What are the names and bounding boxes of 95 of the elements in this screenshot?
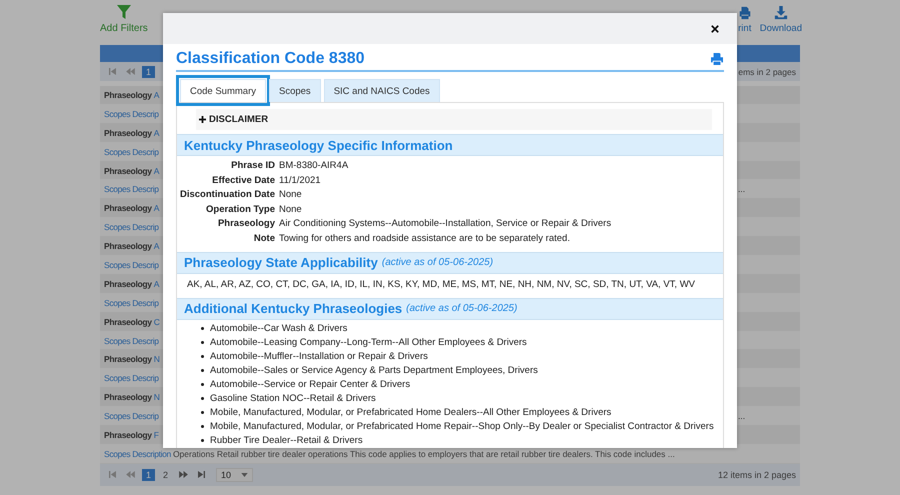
scopes-link[interactable]: Scopes Descrip [104, 411, 159, 422]
field-label: Discontinuation Date [178, 189, 275, 200]
scopes-link[interactable]: Scopes Descrip [104, 260, 159, 270]
download-icon[interactable] [774, 6, 788, 20]
field-value: Air Conditioning Systems--Automobile--Installation, Service or Repair & Drivers [279, 218, 612, 230]
caret-icon [241, 472, 248, 477]
row-text: ... [738, 184, 746, 194]
list-item: Automobile--Sales or Service Agency & Parts Department Employees, Drivers [210, 365, 538, 376]
previous-page-icon[interactable] [126, 68, 135, 75]
pager-summary: ems in 2 pages [738, 66, 796, 76]
row-label: Phraseology [104, 278, 152, 289]
section-title: Kentucky Phraseology Specific Information [184, 138, 453, 152]
page-button[interactable]: 1 [142, 66, 156, 78]
row-link[interactable]: F [154, 430, 159, 440]
pager-summary: 12 items in 2 pages [718, 470, 796, 480]
first-page-icon[interactable] [109, 68, 116, 75]
modal-title: Classification Code 8380 [176, 50, 365, 68]
next-page-icon[interactable] [179, 471, 188, 478]
row-label: Phraseology [104, 392, 152, 402]
page-button[interactable]: 1 [142, 468, 156, 481]
bullet-icon [201, 410, 204, 414]
state-list: AK, AL, AR, AZ, CO, CT, DC, GA, IA, ID, IL, IN, KS, KY, MD, ME, MS, MT, NE, NH, NM, NV, SC, SD, TN, UT, VA, VT, WV [177, 274, 723, 294]
bullet-icon [201, 355, 204, 358]
bullet-icon [201, 327, 204, 330]
row-label: Phraseology [104, 430, 152, 440]
field-value: BM-8380-AIR4A [279, 160, 350, 171]
section-note: (active as of 05-06-2025) [406, 303, 518, 314]
field-value: None [279, 204, 303, 215]
disclaimer-bar[interactable]: DISCLAIMER [196, 109, 712, 130]
field-label: Operation Type [205, 204, 275, 215]
print-button[interactable]: rint [738, 23, 752, 34]
bullet-icon [201, 341, 204, 344]
bullet-icon [201, 382, 204, 386]
list-item: Automobile--Car Wash & Drivers [210, 323, 348, 334]
tab[interactable]: Scopes [269, 79, 321, 102]
scopes-link[interactable]: Scopes Descrip [104, 108, 159, 119]
row-text: ... [738, 411, 746, 422]
funnel-icon[interactable] [116, 4, 132, 20]
last-page-icon[interactable] [198, 471, 206, 478]
list-item: Rubber Tire Dealer--Retail & Drivers [210, 434, 363, 446]
scopes-link[interactable]: Scopes Descrip [104, 222, 159, 232]
list-item: Mobile, Manufactured, Modular, or Prefabricated Home Repair--Shop Only--By Dealer or Specialist Contractor & Drivers [210, 420, 714, 432]
field-label: Phrase ID [230, 160, 275, 171]
close-icon[interactable] [711, 24, 719, 32]
row-link[interactable]: A [154, 128, 160, 138]
field-label: Phraseology [216, 218, 275, 230]
add-filters-button[interactable]: Add Filters [100, 23, 148, 34]
field-value: 11/1/2021 [279, 174, 322, 186]
section-note: (active as of 05-06-2025) [382, 257, 494, 268]
scopes-link[interactable]: Scopes Descrip [104, 298, 159, 308]
field-value: None [279, 189, 303, 200]
row-text: Operations Retail rubber tire dealer operations This code applies to employers that are retail rubber tire dealers. This code includes ... [172, 448, 675, 459]
row-link[interactable]: A [154, 241, 160, 252]
printer-icon[interactable] [738, 6, 752, 20]
row-label: Phraseology [104, 128, 152, 138]
field-label: Effective Date [211, 174, 275, 186]
bullet-icon [201, 438, 204, 442]
plus-icon [199, 116, 206, 123]
disclaimer-label: DISCLAIMER [209, 114, 268, 125]
row-label: Phraseology [104, 166, 152, 176]
list-item: Automobile--Leasing Company--Long-Term--All Other Employees & Drivers [210, 337, 527, 348]
field-label: Note [252, 232, 275, 244]
bullet-icon [201, 424, 204, 428]
section-title: Additional Kentucky Phraseologies [184, 301, 402, 316]
page-size-dropdown[interactable]: 10 [216, 468, 254, 482]
section-title: Phraseology State Applicability [184, 255, 378, 270]
bullet-icon [201, 396, 204, 400]
row-link[interactable]: C [154, 316, 160, 327]
scopes-link[interactable]: Scopes Descrip [104, 146, 159, 157]
row-link[interactable]: A [154, 203, 160, 214]
first-page-icon[interactable] [109, 471, 116, 478]
scopes-link[interactable]: Scopes Description [104, 448, 171, 459]
field-value: Towing for others and roadside assistance are to be separately rated. [279, 232, 571, 244]
previous-page-icon[interactable] [126, 471, 135, 478]
list-item: Automobile--Muffler--Installation or Repair & Drivers [210, 351, 428, 362]
row-label: Phraseology [104, 90, 152, 100]
printer-icon[interactable] [710, 53, 724, 65]
row-label: Phraseology [104, 203, 152, 214]
row-link[interactable]: N [154, 392, 160, 402]
row-label: Phraseology [104, 354, 152, 364]
bullet-icon [201, 369, 204, 372]
scopes-link[interactable]: Scopes Descrip [104, 336, 159, 346]
row-link[interactable]: A [154, 90, 160, 100]
scopes-link[interactable]: Scopes Descrip [104, 373, 159, 384]
download-button[interactable]: Download [760, 23, 802, 34]
list-item: Automobile--Service or Repair Center & Drivers [210, 378, 410, 390]
list-item: Mobile, Manufactured, Modular, or Prefabricated Home Dealers--All Other Employees & Drivers [210, 406, 612, 418]
row-link[interactable]: N [154, 354, 160, 364]
list-item: Gasoline Station NOC--Retail & Drivers [210, 392, 376, 404]
row-link[interactable]: A [154, 166, 160, 176]
tab[interactable]: SIC and NAICS Codes [324, 79, 440, 102]
row-label: Phraseology [104, 316, 152, 327]
row-label: Phraseology [104, 241, 152, 252]
row-link[interactable]: A [154, 278, 160, 289]
scopes-link[interactable]: Scopes Descrip [104, 184, 159, 194]
